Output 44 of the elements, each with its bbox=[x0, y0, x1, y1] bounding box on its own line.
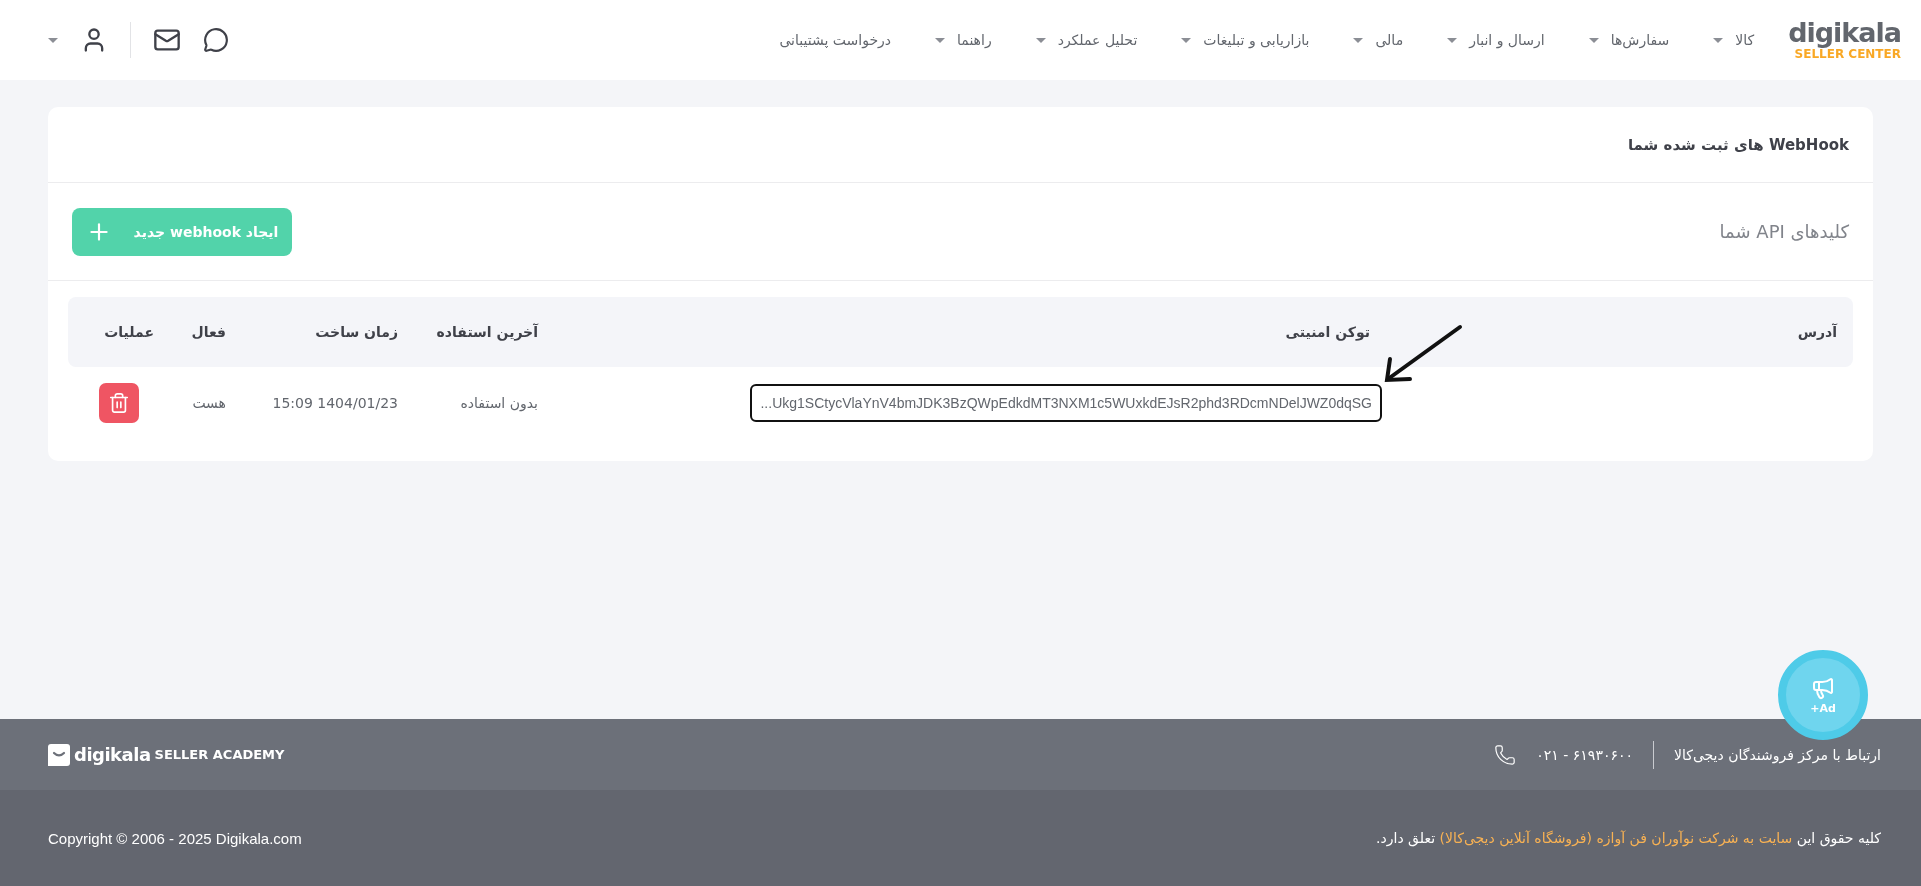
column-header: آخرین استفاده bbox=[435, 324, 540, 340]
column-header: زمان ساخت bbox=[314, 324, 399, 340]
nav-menu-item[interactable]: سفارش‌ها bbox=[1588, 28, 1670, 52]
phone-number: ۰۲۱ - ۶۱۹۳۰۶۰۰ bbox=[1536, 746, 1633, 763]
phone-icon bbox=[1494, 743, 1517, 766]
card-title: WebHook های ثبت شده شما bbox=[1627, 135, 1849, 154]
logo[interactable]: digikala SELLER CENTER bbox=[1788, 19, 1901, 61]
section-title: کلیدهای API شما bbox=[1719, 221, 1849, 242]
caret-icon[interactable] bbox=[48, 37, 58, 43]
token-cell: ...Ukg1SCtycVlaYnV4bmJDK3BzQWpEdkdMT3NXM1c5WUxkdEJsR2phd3RDcmNDelJWZ0dqSG bbox=[750, 384, 1382, 422]
column-header: توکن امنیتی bbox=[1284, 324, 1371, 340]
megaphone-icon bbox=[1811, 675, 1835, 700]
table-cell-text: هست bbox=[191, 395, 227, 411]
delete-button[interactable] bbox=[99, 383, 139, 423]
copyright-text: کلیه حقوق این سایت به شرکت نوآوران فن آوازه (فروشگاه آنلاین دیجی‌کالا) تعلق دارد. bbox=[1376, 830, 1881, 846]
caret-icon bbox=[1713, 37, 1724, 43]
nav-menu-item[interactable]: بازاریابی و تبلیغات bbox=[1181, 28, 1310, 52]
trash-icon bbox=[108, 392, 130, 414]
caret-icon bbox=[1181, 37, 1192, 43]
column-header: آدرس bbox=[1796, 324, 1839, 340]
nav-menu-item[interactable]: درخواست پشتیبانی bbox=[779, 28, 892, 52]
caret-icon bbox=[1035, 37, 1046, 43]
caret-icon bbox=[1447, 37, 1458, 43]
nav-menu-item[interactable]: مالی bbox=[1353, 28, 1404, 52]
logo-subtitle: SELLER CENTER bbox=[1794, 47, 1901, 61]
contact-label: ارتباط با مرکز فروشندگان دیجی‌کالا bbox=[1674, 746, 1881, 763]
column-header: عملیات bbox=[103, 324, 155, 340]
copyright-english: Copyright © 2006 - 2025 Digikala.com bbox=[48, 829, 302, 847]
academy-subtitle: SELLER ACADEMY bbox=[154, 747, 285, 762]
caret-icon bbox=[1353, 37, 1364, 43]
nav-menu-item[interactable]: راهنما bbox=[935, 28, 992, 52]
table-cell-text: بدون استفاده bbox=[459, 395, 539, 411]
caret-icon bbox=[935, 37, 946, 43]
chat-icon[interactable] bbox=[203, 27, 229, 53]
company-link[interactable]: سایت به شرکت نوآوران فن آوازه (فروشگاه آنلاین دیجی‌کالا) bbox=[1439, 830, 1793, 846]
caret-icon bbox=[1588, 37, 1599, 43]
academy-wordmark: digikala bbox=[74, 744, 151, 765]
column-header: فعال bbox=[190, 324, 227, 340]
nav-menu-item[interactable]: کالا bbox=[1713, 28, 1755, 52]
table-cell-text: 15:09 1404/01/23 bbox=[271, 395, 399, 411]
academy-logo[interactable]: digikala SELLER ACADEMY bbox=[48, 743, 285, 766]
nav-menu-item[interactable]: ارسال و انبار bbox=[1447, 28, 1545, 52]
smile-logo-icon bbox=[48, 743, 70, 766]
nav-menu-item[interactable]: تحلیل عملکرد bbox=[1035, 28, 1138, 52]
